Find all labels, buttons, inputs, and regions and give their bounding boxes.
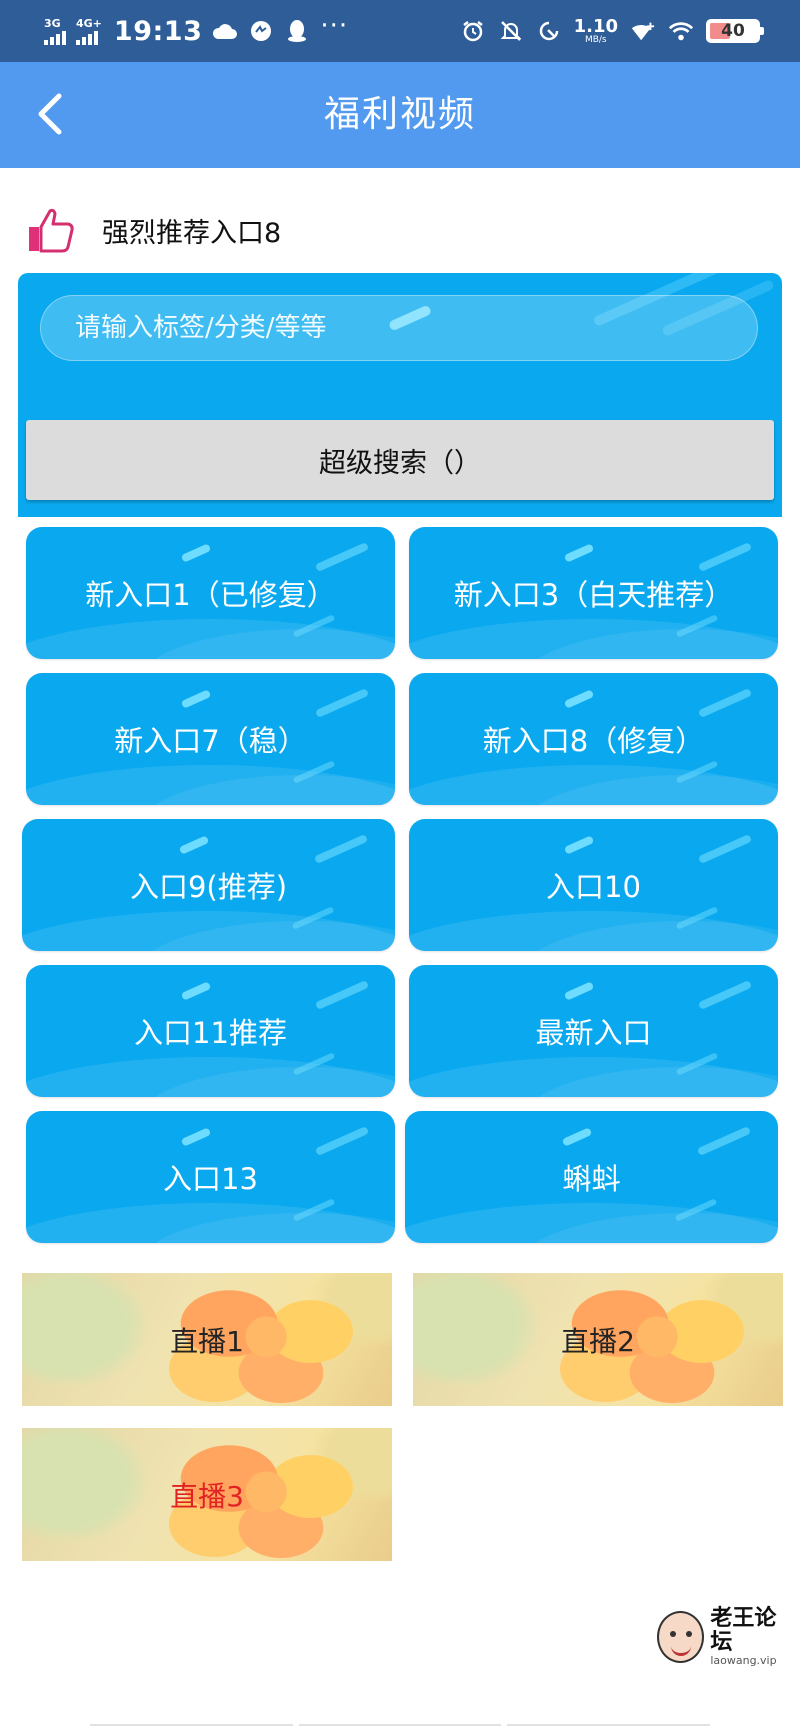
network-speed-value: 1.10 bbox=[573, 15, 618, 37]
more-notifications-icon: ··· bbox=[320, 11, 349, 41]
mute-bell-icon bbox=[498, 18, 524, 44]
wifi-icon bbox=[668, 18, 694, 44]
live-tile[interactable]: 直播3 bbox=[22, 1428, 392, 1561]
entry-label: 入口9(推荐) bbox=[129, 870, 288, 904]
qq-penguin-icon bbox=[284, 18, 310, 44]
signal-4g-icon: 4G+ bbox=[76, 18, 102, 45]
watermark-url: laowang.vip bbox=[710, 1654, 777, 1668]
app-notification-icon bbox=[248, 18, 274, 44]
entry-label: 新入口1（已修复） bbox=[85, 578, 336, 612]
entry-tile[interactable]: 入口13 bbox=[26, 1111, 395, 1243]
search-panel: 超级搜索（） bbox=[18, 273, 782, 517]
battery-icon: 40 bbox=[706, 19, 764, 43]
signal-3g-label: 3G bbox=[44, 16, 61, 30]
live-label: 直播3 bbox=[170, 1479, 244, 1513]
entry-tile[interactable]: 入口9(推荐) bbox=[22, 819, 395, 951]
live-label: 直播1 bbox=[170, 1324, 244, 1358]
watermark-name: 老王论坛 bbox=[710, 1605, 777, 1655]
entry-label: 新入口3（白天推荐） bbox=[453, 578, 734, 612]
laowang-logo-icon bbox=[657, 1611, 705, 1663]
clock: 19:13 bbox=[113, 15, 203, 47]
thumbs-up-icon bbox=[29, 208, 74, 253]
battery-percent: 40 bbox=[721, 21, 745, 41]
status-bar: 3G 4G+ 19:13 ··· 1.10 MB/s 40 bbox=[0, 0, 800, 62]
bottom-divider bbox=[90, 1724, 711, 1728]
live-tile[interactable]: 直播2 bbox=[413, 1273, 783, 1406]
signal-3g-icon: 3G bbox=[44, 18, 66, 45]
entry-tile[interactable]: 入口10 bbox=[409, 819, 778, 951]
signal-4g-label: 4G+ bbox=[76, 16, 102, 30]
network-speed: 1.10 MB/s bbox=[573, 15, 618, 45]
entry-tile[interactable]: 新入口8（修复） bbox=[409, 673, 778, 805]
entry-tile[interactable]: 新入口3（白天推荐） bbox=[409, 527, 778, 659]
live-label: 直播2 bbox=[561, 1324, 635, 1358]
entry-tile[interactable]: 新入口1（已修复） bbox=[26, 527, 395, 659]
recommend-banner[interactable]: 强烈推荐入口8 bbox=[26, 200, 281, 260]
entry-label: 入口11推荐 bbox=[134, 1016, 287, 1050]
back-button[interactable] bbox=[20, 84, 80, 144]
weather-cloud-icon bbox=[212, 18, 238, 44]
entry-label: 新入口7（稳） bbox=[114, 724, 307, 758]
entry-label: 最新入口 bbox=[535, 1016, 652, 1050]
chevron-left-icon bbox=[38, 93, 62, 135]
entry-tile[interactable]: 入口11推荐 bbox=[26, 965, 395, 1097]
network-speed-unit: MB/s bbox=[584, 34, 607, 45]
entry-tile[interactable]: 新入口7（稳） bbox=[26, 673, 395, 805]
status-right: 1.10 MB/s 40 bbox=[460, 14, 764, 48]
super-search-button[interactable]: 超级搜索（） bbox=[26, 420, 774, 500]
entry-label: 入口10 bbox=[546, 870, 641, 904]
entry-tile[interactable]: 蝌蚪 bbox=[405, 1111, 778, 1243]
site-watermark: 老王论坛 laowang.vip bbox=[657, 1606, 797, 1668]
live-tile[interactable]: 直播1 bbox=[22, 1273, 392, 1406]
entry-label: 新入口8（修复） bbox=[482, 724, 705, 758]
nav-bar: 福利视频 bbox=[0, 62, 800, 168]
page-title: 福利视频 bbox=[323, 94, 476, 135]
data-saver-icon bbox=[536, 18, 562, 44]
alarm-clock-icon bbox=[460, 18, 486, 44]
entry-label: 入口13 bbox=[163, 1162, 258, 1196]
signal-plus-icon bbox=[630, 18, 656, 44]
status-left: 3G 4G+ 19:13 ··· bbox=[44, 11, 349, 48]
entry-label: 蝌蚪 bbox=[562, 1162, 621, 1196]
recommend-text: 强烈推荐入口8 bbox=[102, 217, 282, 249]
entry-tile[interactable]: 最新入口 bbox=[409, 965, 778, 1097]
